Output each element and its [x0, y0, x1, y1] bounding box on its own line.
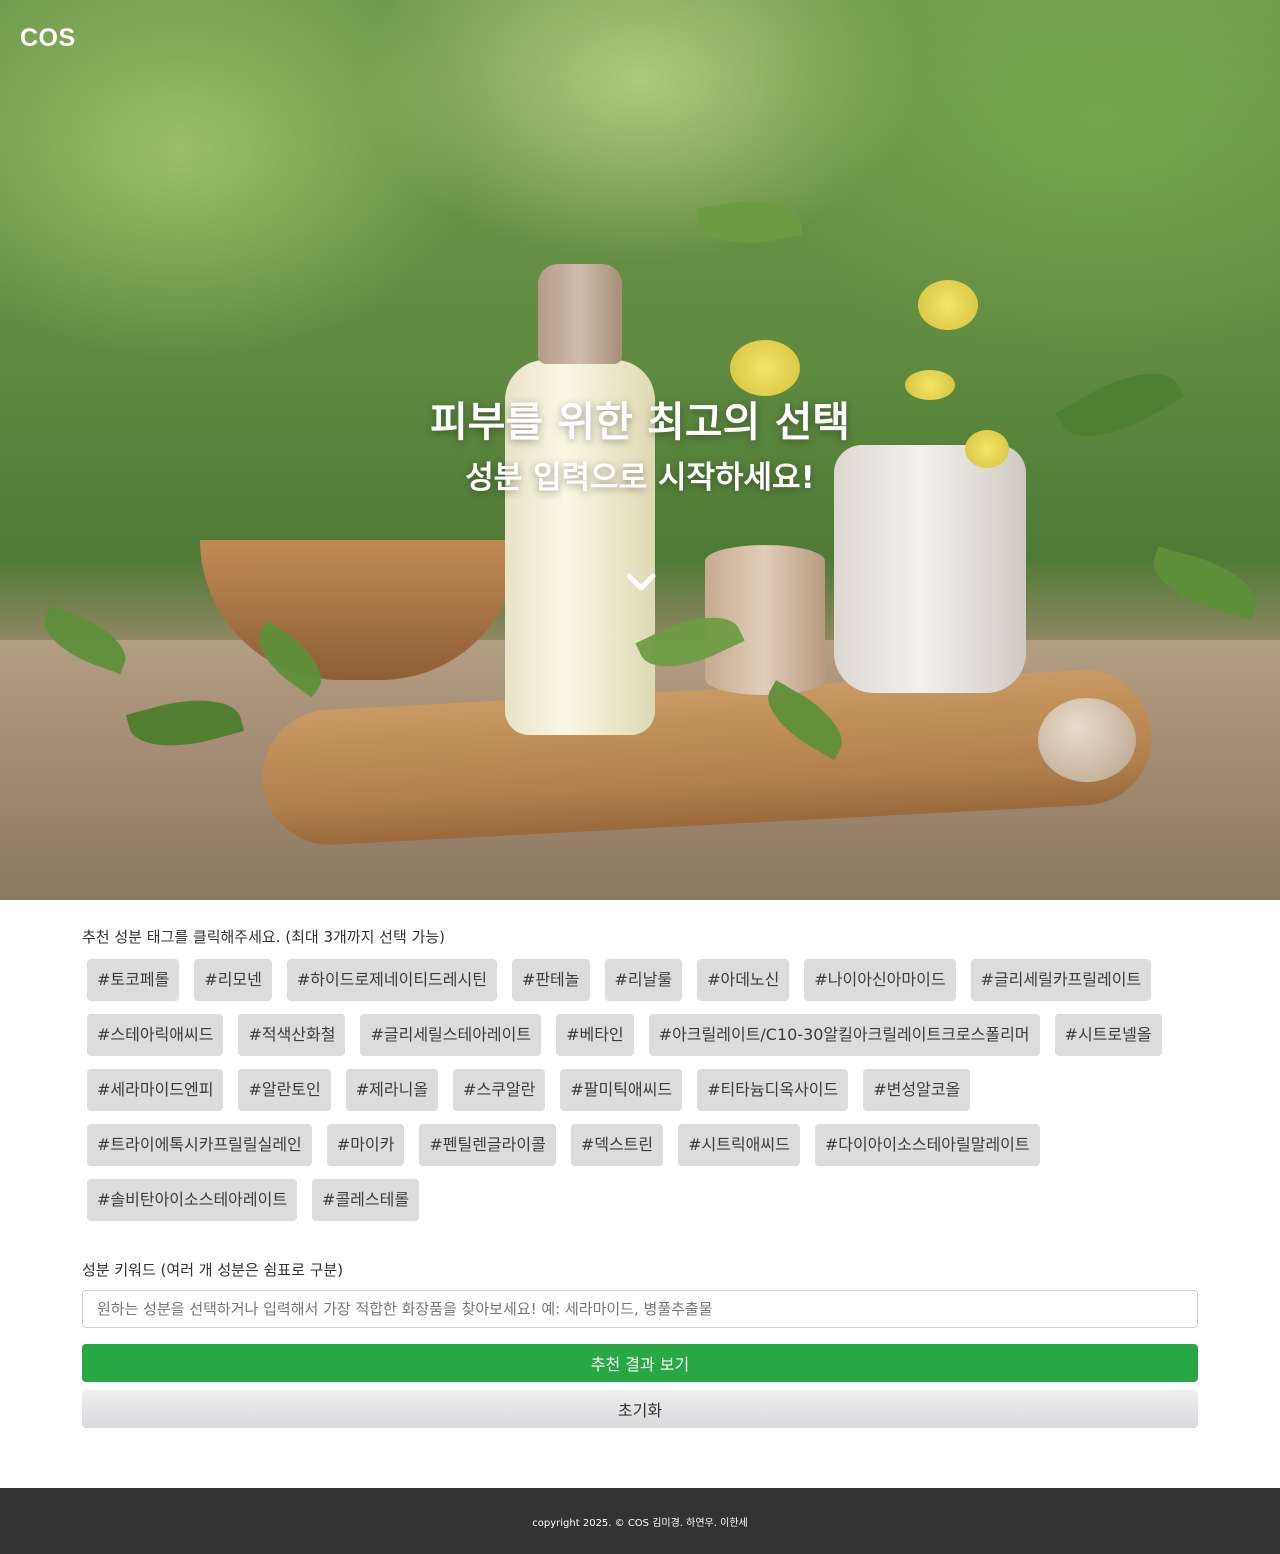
leaf-decoration — [696, 191, 804, 253]
hero-wooden-stone — [1038, 698, 1136, 782]
ingredient-tag[interactable]: #변성알코올 — [863, 1069, 971, 1111]
ingredient-tag-list: #토코페롤 #리모넨 #하이드로제네이티드레시틴 #판테놀 #리날룰 #아데노신 #나이아신… — [82, 959, 1198, 1221]
ingredient-tag[interactable]: #세라마이드엔피 — [87, 1069, 224, 1111]
flower-decoration — [918, 280, 978, 330]
ingredient-tag[interactable]: #팔미틱애씨드 — [560, 1069, 683, 1111]
ingredient-tag[interactable]: #아데노신 — [697, 959, 790, 1001]
ingredient-tag[interactable]: #마이카 — [326, 1124, 405, 1166]
hero-banner: COS 피부를 위한 최고의 선택 성분 입력으로 시작하세요! — [0, 0, 1280, 900]
keyword-label: 성분 키워드 (여러 개 성분은 쉼표로 구분) — [82, 1261, 344, 1279]
ingredient-tag[interactable]: #시트릭애씨드 — [678, 1124, 800, 1166]
ingredient-tag[interactable]: #글리세릴스테아레이트 — [360, 1014, 542, 1056]
ingredient-tag[interactable]: #판테놀 — [511, 959, 590, 1001]
ingredient-tag[interactable]: #스테아릭애씨드 — [87, 1014, 224, 1056]
reset-button[interactable]: 초기화 — [82, 1390, 1198, 1428]
ingredient-tag[interactable]: #다이아이소스테아릴말레이트 — [814, 1124, 1040, 1166]
ingredient-tag[interactable]: #트라이에톡시카프릴릴실레인 — [87, 1124, 312, 1166]
tags-label: 추천 성분 태그를 클릭해주세요. (최대 3개까지 선택 가능) — [82, 928, 445, 946]
show-results-button[interactable]: 추천 결과 보기 — [82, 1344, 1198, 1382]
ingredient-tag[interactable]: #아크릴레이트/C10-30알킬아크릴레이트크로스폴리머 — [648, 1014, 1040, 1056]
ingredient-tag[interactable]: #적색산화철 — [238, 1014, 346, 1056]
ingredient-tag[interactable]: #리모넨 — [194, 959, 272, 1001]
ingredient-search-form: 추천 성분 태그를 클릭해주세요. (최대 3개까지 선택 가능) #토코페롤 #… — [82, 900, 1198, 1488]
hero-subtitle: 성분 입력으로 시작하세요! — [465, 460, 815, 496]
hero-bottle-cap — [538, 264, 622, 364]
ingredient-tag[interactable]: #알란토인 — [238, 1069, 331, 1111]
ingredient-tag[interactable]: #글리세릴카프릴레이트 — [970, 959, 1152, 1001]
leaf-decoration — [1145, 546, 1265, 620]
ingredient-tag[interactable]: #시트로넬올 — [1054, 1014, 1162, 1056]
site-logo[interactable]: COS — [20, 24, 76, 53]
ingredient-tag[interactable]: #리날룰 — [604, 959, 683, 1001]
ingredient-tag[interactable]: #스쿠알란 — [453, 1069, 546, 1111]
ingredient-tag[interactable]: #토코페롤 — [87, 959, 180, 1001]
keyword-input[interactable] — [82, 1290, 1198, 1328]
ingredient-tag[interactable]: #펜틸렌글라이콜 — [419, 1124, 556, 1166]
ingredient-tag[interactable]: #솔비탄아이소스테아레이트 — [87, 1179, 298, 1221]
ingredient-tag[interactable]: #하이드로제네이티드레시틴 — [286, 959, 497, 1001]
footer-copyright: copyright 2025. © COS 김미경. 하연우. 이한세 — [532, 1517, 748, 1529]
ingredient-tag[interactable]: #베타인 — [556, 1014, 634, 1056]
chevron-down-icon[interactable] — [624, 566, 658, 600]
site-footer: copyright 2025. © COS 김미경. 하연우. 이한세 — [0, 1488, 1280, 1554]
ingredient-tag[interactable]: #덱스트린 — [570, 1124, 664, 1166]
ingredient-tag[interactable]: #콜레스테롤 — [312, 1179, 420, 1221]
hero-title: 피부를 위한 최고의 선택 — [429, 398, 851, 446]
ingredient-tag[interactable]: #나이아신아마이드 — [804, 959, 956, 1001]
ingredient-tag[interactable]: #제라니올 — [345, 1069, 439, 1111]
ingredient-tag[interactable]: #티타늄디옥사이드 — [697, 1069, 849, 1111]
